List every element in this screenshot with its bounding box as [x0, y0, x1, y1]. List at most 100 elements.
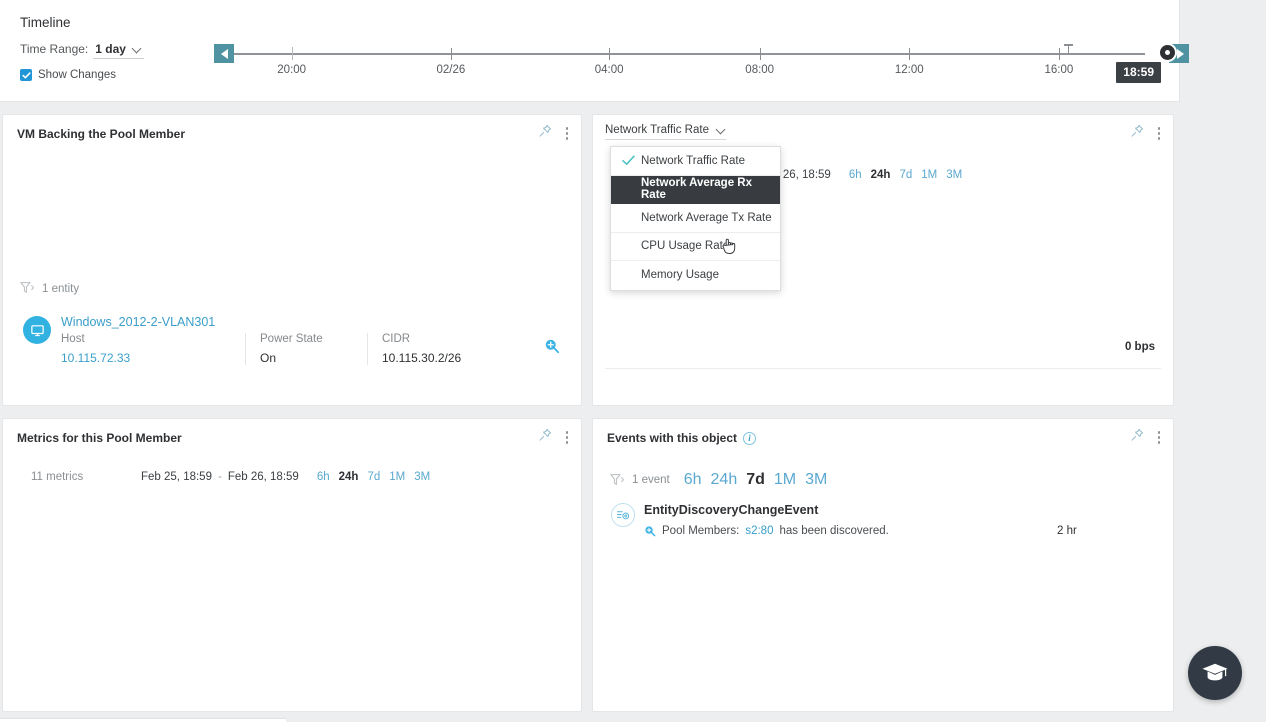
range-option-1m[interactable]: 1M — [921, 169, 937, 181]
page-background-strip — [1180, 0, 1266, 102]
chevron-down-icon — [717, 126, 726, 135]
range-option-7d[interactable]: 7d — [746, 471, 765, 489]
overflow-menu-icon[interactable] — [1155, 125, 1164, 142]
timeline-tick-label: 08:00 — [745, 64, 774, 76]
metric-option-label: Network Traffic Rate — [641, 155, 745, 167]
range-option-3m[interactable]: 3M — [805, 471, 827, 489]
metrics-panel-actions — [538, 428, 572, 447]
bottom-status-strip — [0, 718, 286, 722]
range-option-24h[interactable]: 24h — [339, 471, 359, 483]
timeline-tick-label: 04:00 — [595, 64, 624, 76]
events-panel-actions — [1130, 428, 1164, 447]
vm-panel-title: VM Backing the Pool Member — [17, 127, 185, 141]
chevron-down-icon — [133, 45, 142, 54]
events-panel: Events with this object i 1 event 6h 24h 7… — [592, 418, 1174, 712]
range-option-1m[interactable]: 1M — [774, 471, 796, 489]
range-option-7d[interactable]: 7d — [899, 169, 912, 181]
metric-option-label: CPU Usage Rate — [641, 240, 729, 252]
vm-field: CIDR 10.115.30.2/26 — [367, 333, 483, 365]
vm-field-key: Host — [61, 333, 223, 345]
checkbox-checked-icon — [20, 69, 32, 81]
vm-field-value[interactable]: 10.115.72.33 — [61, 351, 223, 365]
time-range-value: 1 day — [95, 42, 126, 56]
overflow-menu-icon[interactable] — [1155, 429, 1164, 446]
range-option-24h[interactable]: 24h — [871, 169, 891, 181]
time-range-label: Time Range: — [20, 42, 88, 56]
vm-field-value: On — [260, 351, 345, 365]
metric-option[interactable]: Network Average Tx Rate — [611, 204, 780, 233]
show-changes-checkbox[interactable]: Show Changes — [20, 69, 116, 81]
timeline-tick — [1059, 48, 1060, 60]
events-title-text: Events with this object — [607, 431, 737, 445]
events-range-options: 6h 24h 7d 1M 3M — [684, 471, 828, 489]
timeline-tick — [609, 48, 610, 60]
metric-option[interactable]: Network Average Rx Rate — [611, 176, 780, 205]
check-icon — [622, 155, 635, 169]
event-name-link[interactable]: EntityDiscoveryChangeEvent — [644, 503, 818, 517]
range-option-6h[interactable]: 6h — [684, 471, 702, 489]
mouse-cursor-pointer-icon — [722, 237, 737, 260]
events-count: 1 event — [632, 474, 670, 486]
timeline-tick-label: 02/26 — [437, 64, 466, 76]
timeline-change-marker[interactable] — [1064, 44, 1073, 53]
metrics-count-row: 11 metrics — [31, 471, 83, 483]
range-option-7d[interactable]: 7d — [367, 471, 380, 483]
overflow-menu-icon[interactable] — [563, 429, 572, 446]
vm-field-list: Host 10.115.72.33 Power StateOn CIDR 10.115.… — [61, 333, 483, 365]
pin-icon[interactable] — [1130, 428, 1144, 447]
range-option-3m[interactable]: 3M — [414, 471, 430, 483]
range-option-6h[interactable]: 6h — [849, 169, 862, 181]
timeline-panel: Timeline Time Range: 1 day Show Changes … — [0, 0, 1180, 102]
events-panel-title: Events with this object i — [607, 431, 756, 445]
metrics-count: 11 metrics — [31, 471, 83, 483]
event-type-icon — [611, 503, 635, 527]
metric-option-label: Memory Usage — [641, 269, 719, 281]
range-option-1m[interactable]: 1M — [389, 471, 405, 483]
pin-icon[interactable] — [1130, 124, 1144, 143]
metric-panel-actions — [1130, 124, 1164, 143]
graduation-cap-icon — [1201, 660, 1229, 686]
event-desc-link[interactable]: s2:80 — [745, 525, 773, 537]
vm-field-key: CIDR — [382, 333, 461, 345]
vm-entity-count: 1 entity — [42, 283, 79, 295]
vm-filter-row[interactable]: 1 entity — [19, 281, 79, 296]
event-desc-prefix: Pool Members: — [662, 525, 739, 537]
timeline-handle-left[interactable] — [214, 44, 234, 63]
zoom-in-icon[interactable] — [544, 338, 560, 359]
event-desc-suffix: has been discovered. — [779, 525, 888, 537]
vm-entity-name-link[interactable]: Windows_2012-2-VLAN301 — [61, 315, 215, 329]
timeline-current-position-dot[interactable] — [1158, 43, 1177, 62]
timeline-tick-label: 20:00 — [277, 64, 306, 76]
help-button[interactable] — [1188, 646, 1242, 700]
metric-option[interactable]: Network Traffic Rate — [611, 147, 780, 176]
timeline-tick-label: 16:00 — [1044, 64, 1073, 76]
events-filter-row[interactable]: 1 event 6h 24h 7d 1M 3M — [609, 471, 827, 489]
pin-icon[interactable] — [538, 428, 552, 447]
range-option-6h[interactable]: 6h — [317, 471, 330, 483]
timeline-tick — [909, 48, 910, 60]
metric-chart-baseline — [605, 368, 1161, 369]
metric-value-label: 0 bps — [1125, 341, 1155, 353]
timeline-tick — [760, 48, 761, 60]
pin-icon[interactable] — [538, 124, 552, 143]
info-icon[interactable]: i — [743, 432, 756, 445]
metric-option[interactable]: CPU Usage Rate — [611, 233, 780, 262]
timeline-track[interactable]: 20:00 02/26 04:00 08:00 12:00 16:00 18:59 — [200, 30, 1165, 90]
range-option-3m[interactable]: 3M — [946, 169, 962, 181]
metric-option[interactable]: Memory Usage — [611, 261, 780, 290]
metric-select-dropdown[interactable]: Network Traffic Rate — [605, 124, 726, 140]
timeline-tick-label: 12:00 — [895, 64, 924, 76]
time-range-dropdown[interactable]: 1 day — [93, 42, 144, 59]
event-age: 2 hr — [1057, 525, 1077, 537]
metrics-range-options: 6h 24h 7d 1M 3M — [317, 471, 430, 483]
vm-field-value: 10.115.30.2/26 — [382, 351, 461, 365]
vm-backing-panel: VM Backing the Pool Member 1 entity Wind… — [2, 114, 582, 406]
timeline-tick — [292, 47, 293, 60]
metric-range-options: 6h 24h 7d 1M 3M — [849, 169, 962, 181]
overflow-menu-icon[interactable] — [563, 125, 572, 142]
vm-field: Power StateOn — [245, 333, 367, 365]
range-option-24h[interactable]: 24h — [711, 471, 738, 489]
app-root: Timeline Time Range: 1 day Show Changes … — [0, 0, 1266, 722]
timeline-end-time-badge: 18:59 — [1116, 62, 1161, 83]
metric-options-dropdown[interactable]: Network Traffic Rate Network Average Rx R… — [610, 146, 781, 291]
